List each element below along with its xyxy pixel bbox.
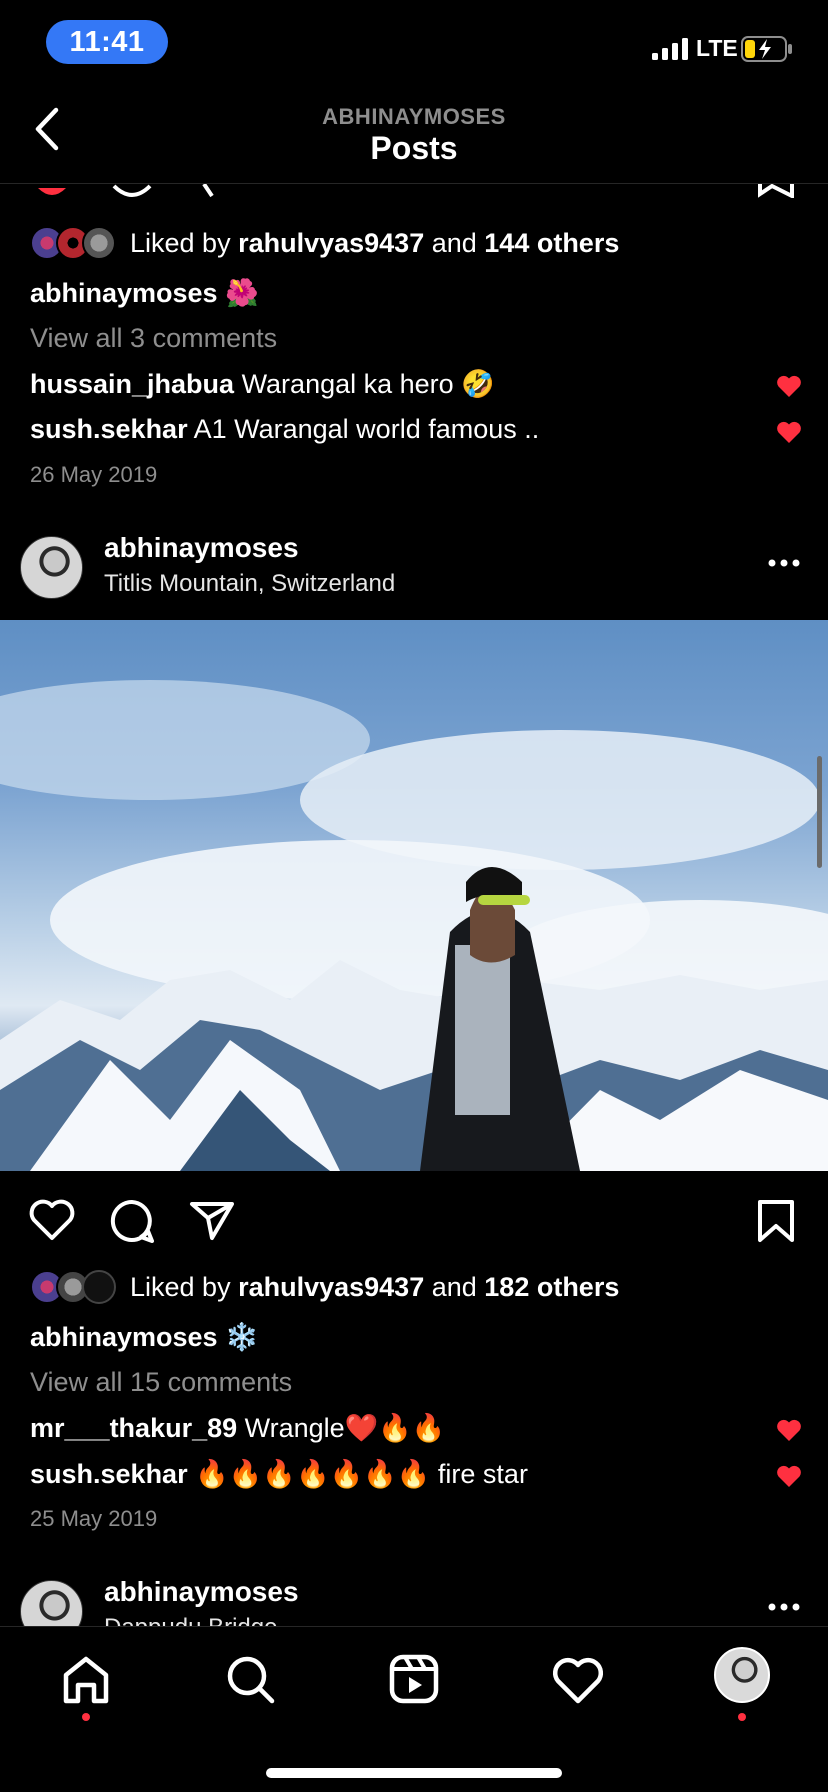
avatar [82,1270,116,1304]
post-location-link[interactable]: Titlis Mountain, Switzerland [104,570,395,598]
likes-summary[interactable]: Liked by rahulvyas9437 and 144 others [130,228,619,259]
signal-icon [652,38,688,60]
avatar[interactable] [20,536,83,599]
notification-dot [82,1713,90,1721]
likes-prefix: Liked by [130,228,239,258]
comment-user-link[interactable]: sush.sekhar [30,1459,188,1489]
reels-icon[interactable] [384,1649,444,1709]
liked-by-avatars[interactable] [30,1270,120,1306]
likes-middle: and [424,1272,485,1302]
view-comments-link[interactable]: View all 15 comments [30,1367,292,1398]
share-icon [202,184,214,198]
comment-text: Wrangle❤️🔥🔥 [237,1413,446,1443]
view-comments-link[interactable]: View all 3 comments [30,323,277,354]
likes-count[interactable]: 144 others [484,228,619,258]
post-caption: abhinaymoses 🌺 [30,277,259,309]
caption-user-link[interactable]: abhinaymoses [30,1322,218,1352]
comment-row: mr___thakur_89 Wrangle❤️🔥🔥 [30,1412,446,1444]
comment-like-heart-icon[interactable] [776,374,802,398]
previous-post-actions [0,184,828,198]
likes-summary[interactable]: Liked by rahulvyas9437 and 182 others [130,1272,619,1303]
post-caption: abhinaymoses ❄️ [30,1321,259,1353]
comment-icon[interactable] [108,1198,156,1244]
comment-row: hussain_jhabua Warangal ka hero 🤣 [30,368,495,400]
likes-user-link[interactable]: rahulvyas9437 [238,228,424,258]
caption-user-link[interactable]: abhinaymoses [30,278,218,308]
network-label: LTE [696,35,738,61]
comment-text: Warangal ka hero 🤣 [234,369,495,399]
bottom-tab-bar [0,1626,828,1792]
avatar [82,226,116,260]
activity-heart-icon[interactable] [548,1649,608,1709]
comment-user-link[interactable]: hussain_jhabua [30,369,234,399]
battery-icon [741,36,792,62]
post-header: abhinaymoses Titlis Mountain, Switzerlan… [0,526,828,606]
home-indicator [266,1768,562,1778]
post-username-link[interactable]: abhinaymoses [104,532,299,564]
bookmark-icon[interactable] [756,1198,796,1244]
more-icon[interactable] [768,558,800,568]
nav-header: ABHINAYMOSES Posts [0,90,828,184]
more-icon[interactable] [768,1602,800,1612]
home-icon[interactable] [56,1649,116,1709]
comment-user-link[interactable]: sush.sekhar [30,414,188,444]
comment-text: A1 Warangal world famous .. [187,414,540,444]
mountain-photo-illustration [0,680,828,1171]
comment-like-heart-icon[interactable] [776,1464,802,1488]
liked-by-avatars[interactable] [30,226,120,262]
post-date: 25 May 2019 [30,1506,158,1531]
bookmark-icon [758,184,794,198]
post-actions-bar [0,1196,828,1246]
likes-count[interactable]: 182 others [484,1272,619,1302]
comment-like-heart-icon[interactable] [776,1418,802,1442]
likes-user-link[interactable]: rahulvyas9437 [238,1272,424,1302]
share-icon[interactable] [188,1198,236,1242]
post-username-link[interactable]: abhinaymoses [104,1576,299,1608]
scroll-indicator[interactable] [817,756,822,868]
heart-icon [38,188,66,195]
caption-text: ❄️ [217,1322,259,1352]
post-photo[interactable] [0,620,828,1171]
likes-prefix: Liked by [130,1272,239,1302]
nav-username: ABHINAYMOSES [322,104,506,129]
comment-like-heart-icon[interactable] [776,420,802,444]
comment-row: sush.sekhar 🔥🔥🔥🔥🔥🔥🔥 fire star [30,1458,528,1490]
page-title: Posts [370,130,458,166]
comment-user-link[interactable]: mr___thakur_89 [30,1413,237,1443]
caption-text: 🌺 [217,278,259,308]
comment-row: sush.sekhar A1 Warangal world famous .. [30,414,539,445]
profile-tab-avatar[interactable] [714,1647,770,1703]
comment-text: 🔥🔥🔥🔥🔥🔥🔥 fire star [187,1459,528,1489]
likes-middle: and [424,228,485,258]
status-time: 11:41 [46,20,168,64]
post-date: 26 May 2019 [30,462,158,487]
comment-icon [112,184,152,197]
status-bar: 11:41 LTE [0,0,828,90]
notification-dot [738,1713,746,1721]
search-icon[interactable] [220,1649,280,1709]
heart-icon[interactable] [28,1198,76,1242]
